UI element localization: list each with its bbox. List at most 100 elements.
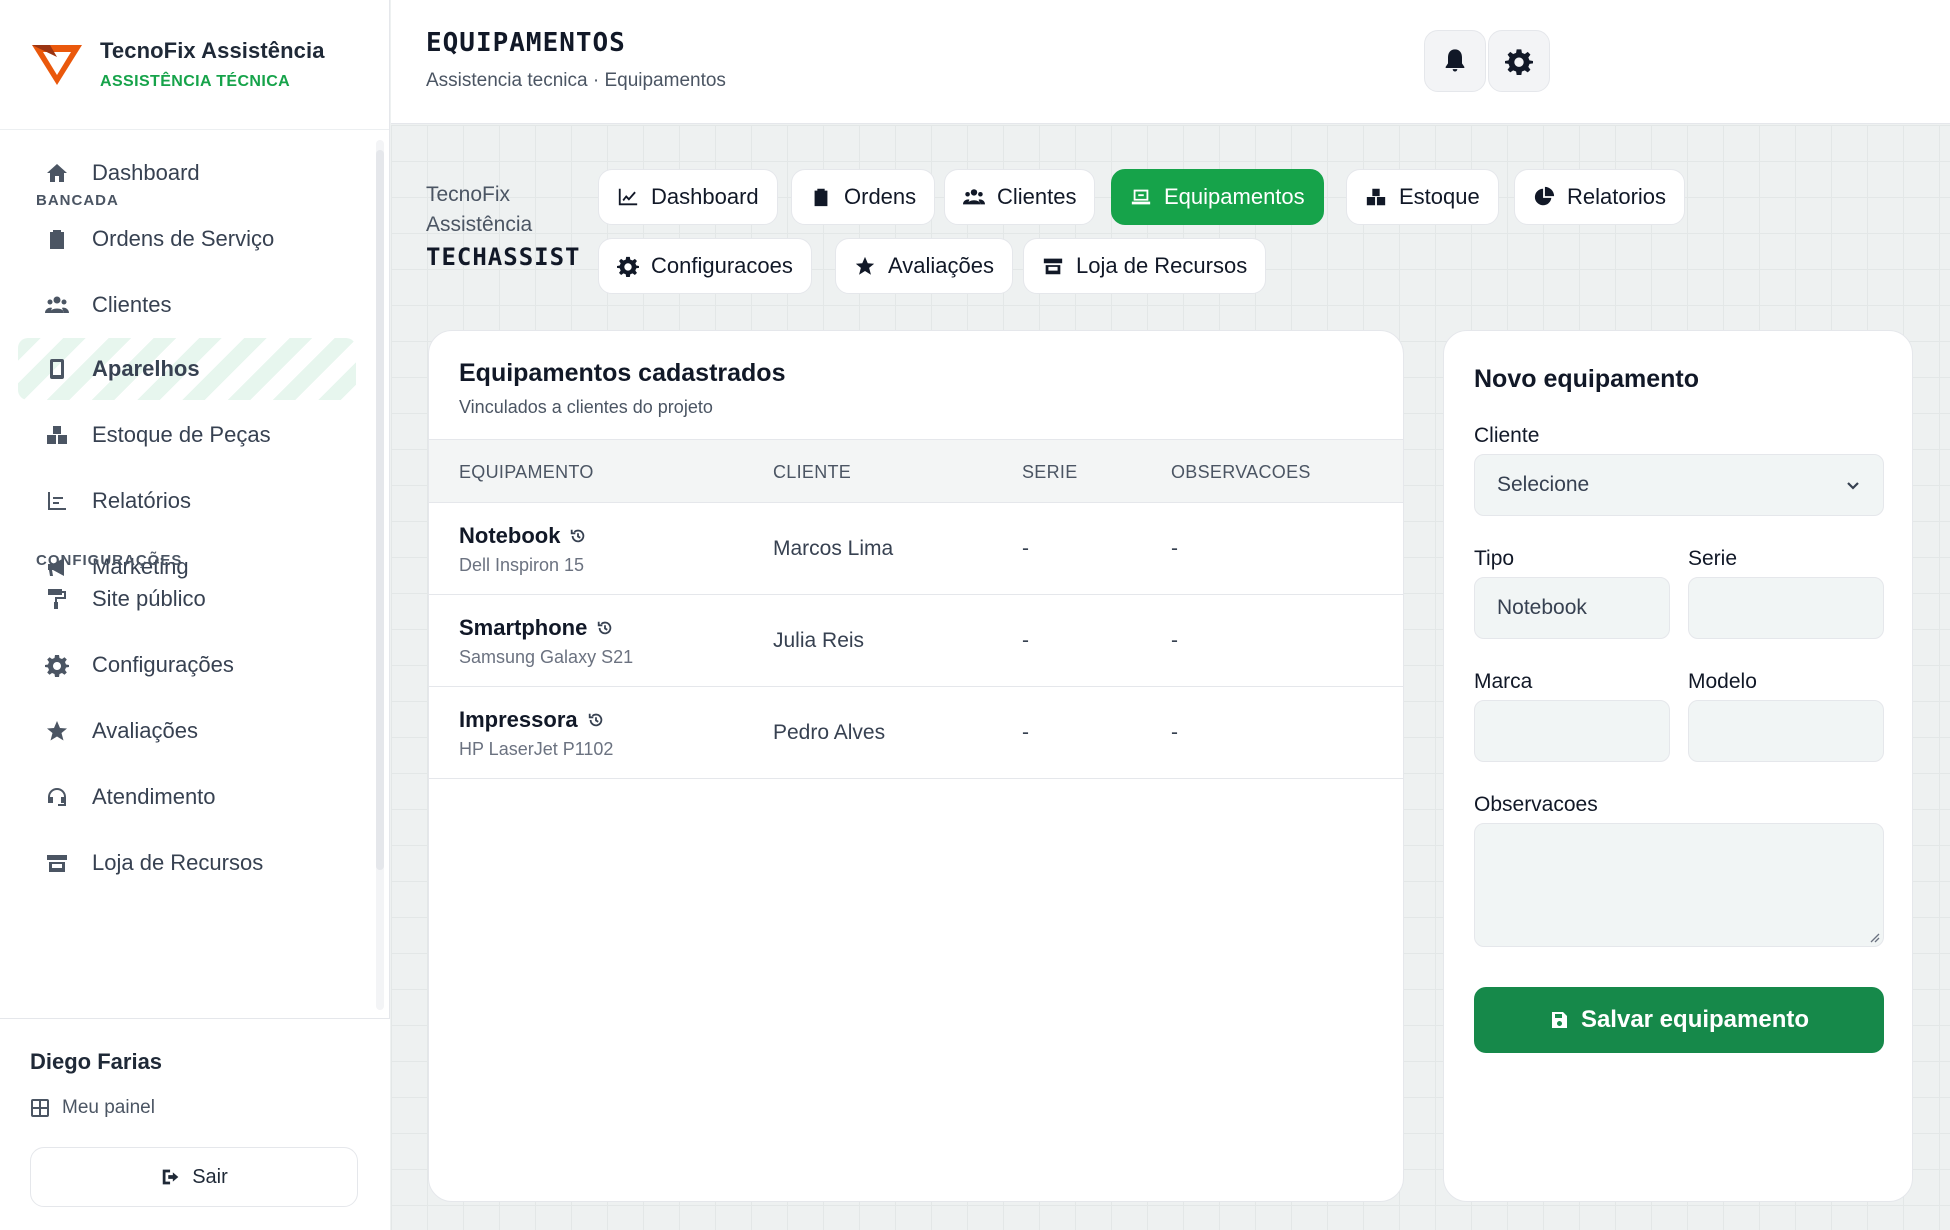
client-cell: Pedro Alves [773, 721, 886, 744]
tab-configuracoes[interactable]: Configuracoes [598, 238, 812, 294]
section-bancada: BANCADA [36, 192, 119, 209]
sidebar-item-aparelhos[interactable]: Aparelhos [18, 338, 356, 400]
tab-label: Relatorios [1567, 184, 1667, 209]
table-row[interactable]: Notebook Dell Inspiron 15 Marcos Lima - … [429, 503, 1403, 595]
sidebar-item-ordens[interactable]: Ordens de Serviço [18, 208, 356, 270]
sidebar-item-label: Atendimento [92, 784, 216, 809]
column-header: EQUIPAMENTO [459, 462, 594, 482]
logout-button[interactable]: Sair [30, 1147, 358, 1207]
list-subtitle: Vinculados a clientes do projeto [459, 397, 713, 417]
tab-equipamentos[interactable]: Equipamentos [1111, 169, 1324, 225]
client-select[interactable]: Selecione [1474, 454, 1884, 516]
tab-label: Estoque [1399, 184, 1480, 209]
tab-label: Equipamentos [1164, 184, 1305, 209]
equipment-model: Samsung Galaxy S21 [459, 647, 634, 667]
sidebar-item-site-publico[interactable]: Site público [18, 568, 356, 630]
sidebar-item-estoque[interactable]: Estoque de Peças [18, 404, 356, 466]
column-header: CLIENTE [773, 462, 852, 482]
users-icon [44, 292, 70, 318]
sidebar-item-label: Configurações [92, 652, 234, 677]
gear-icon [1505, 49, 1533, 75]
client-label: Cliente [1474, 424, 1540, 447]
tab-label: Dashboard [651, 184, 759, 209]
column-header: SERIE [1022, 462, 1078, 482]
tab-loja-recursos[interactable]: Loja de Recursos [1023, 238, 1267, 294]
type-field[interactable]: Notebook [1474, 577, 1670, 639]
equipment-name-cell: Smartphone [459, 615, 614, 641]
logout-label: Sair [192, 1165, 228, 1188]
sign-out-icon [162, 1169, 179, 1185]
store-icon [44, 850, 70, 876]
scrollbar-thumb[interactable] [376, 150, 384, 870]
equipment-name-cell: Impressora [459, 707, 605, 733]
resize-handle-icon[interactable] [1868, 931, 1880, 943]
brand[interactable]: TecnoFix Assistência ASSISTÊNCIA TÉCNICA [0, 0, 389, 130]
sidebar-item-atendimento[interactable]: Atendimento [18, 766, 356, 828]
equipment-model: HP LaserJet P1102 [459, 739, 614, 759]
paint-roller-icon [44, 586, 70, 612]
equipment-name: Impressora [459, 707, 578, 732]
tab-ordens[interactable]: Ordens [791, 169, 936, 225]
notes-label: Observacoes [1474, 793, 1598, 816]
history-icon[interactable] [587, 711, 605, 729]
table-row[interactable]: Impressora HP LaserJet P1102 Pedro Alves… [429, 687, 1403, 779]
sidebar-item-clientes[interactable]: Clientes [18, 274, 356, 336]
grid-icon [31, 1099, 49, 1117]
notes-cell: - [1171, 537, 1178, 560]
headset-icon [44, 784, 70, 810]
notes-cell: - [1171, 721, 1178, 744]
mobile-icon [44, 356, 70, 382]
notes-cell: - [1171, 629, 1178, 652]
new-equipment-form: Novo equipamento Cliente Selecione Tipo … [1443, 330, 1913, 1202]
sidebar-item-label: Aparelhos [92, 356, 200, 381]
my-panel-label: Meu painel [62, 1097, 155, 1118]
sidebar-item-label: Ordens de Serviço [92, 226, 275, 251]
model-field[interactable] [1688, 700, 1884, 762]
notifications-button[interactable] [1424, 30, 1486, 92]
client-cell: Julia Reis [773, 629, 865, 652]
serial-field[interactable] [1688, 577, 1884, 639]
tab-avaliacoes[interactable]: Avaliações [835, 238, 1013, 294]
history-icon[interactable] [569, 527, 587, 545]
gear-icon [617, 256, 639, 277]
brand-label: Marca [1474, 670, 1533, 693]
brand-field[interactable] [1474, 700, 1670, 762]
tab-relatorios[interactable]: Relatorios [1514, 169, 1686, 225]
clipboard-icon [814, 188, 828, 207]
bell-icon [1445, 49, 1465, 72]
star-icon [44, 718, 70, 744]
equipment-model: Dell Inspiron 15 [459, 555, 585, 575]
sidebar-scrollbar[interactable] [376, 140, 384, 1010]
chart-icon [44, 488, 70, 514]
history-icon[interactable] [596, 619, 614, 637]
serial-cell: - [1022, 629, 1029, 652]
home-icon [44, 160, 70, 186]
sidebar-item-label: Site público [92, 586, 206, 611]
page-title: EQUIPAMENTOS [426, 28, 626, 58]
list-title: Equipamentos cadastrados [459, 359, 786, 387]
pie-chart-icon [1534, 186, 1555, 206]
sidebar-item-label: Dashboard [92, 160, 200, 185]
settings-button[interactable] [1488, 30, 1550, 92]
user-name: Diego Farias [30, 1049, 163, 1074]
save-label: Salvar equipamento [1580, 1006, 1810, 1033]
equipment-name: Notebook [459, 523, 561, 548]
sidebar-item-label: Clientes [92, 292, 172, 317]
table-row[interactable]: Smartphone Samsung Galaxy S21 Julia Reis… [429, 595, 1403, 687]
save-equipment-button[interactable]: Salvar equipamento [1474, 987, 1884, 1053]
serial-cell: - [1022, 721, 1029, 744]
tab-estoque[interactable]: Estoque [1346, 169, 1499, 225]
equipment-name-cell: Notebook [459, 523, 587, 549]
sidebar-item-loja[interactable]: Loja de Recursos [18, 832, 356, 894]
star-icon [855, 256, 875, 275]
notes-textarea[interactable] [1474, 823, 1884, 947]
my-panel-link[interactable]: Meu painel [30, 1097, 155, 1119]
tab-dashboard[interactable]: Dashboard [598, 169, 778, 225]
sidebar-item-configuracoes[interactable]: Configurações [18, 634, 356, 696]
sidebar-item-avaliacoes[interactable]: Avaliações [18, 700, 356, 762]
model-label: Modelo [1688, 670, 1757, 693]
tab-label: Configuracoes [651, 253, 793, 278]
tab-clientes[interactable]: Clientes [944, 169, 1096, 225]
sidebar-nav: Dashboard BANCADA Ordens de Serviço Clie… [0, 132, 376, 1017]
sidebar-item-relatorios[interactable]: Relatórios [18, 470, 356, 532]
